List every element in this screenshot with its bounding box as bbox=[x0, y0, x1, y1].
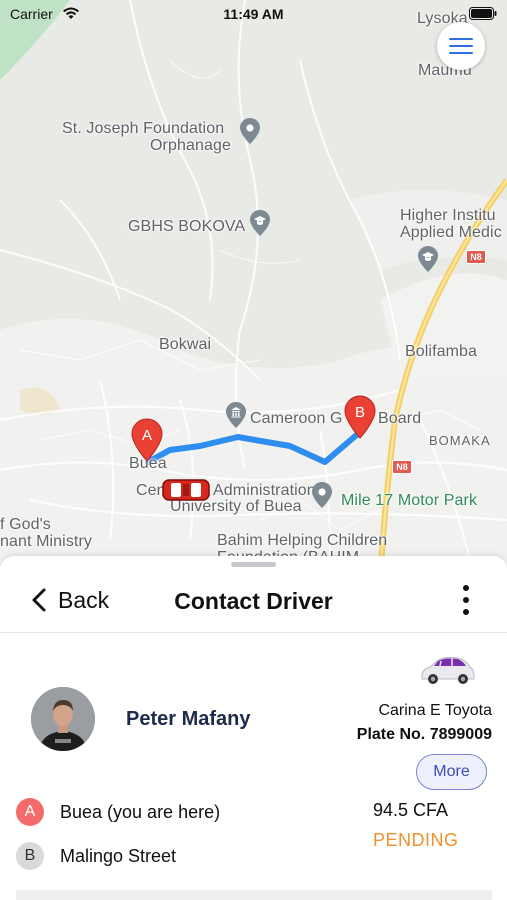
more-vertical-icon bbox=[463, 597, 469, 603]
map-label-cameroon-gas: Cameroon G bbox=[250, 410, 343, 427]
map-label-st-joseph-line2: Orphanage bbox=[150, 137, 231, 154]
driver-name: Peter Mafany bbox=[126, 708, 251, 730]
header-divider bbox=[0, 632, 507, 633]
hamburger-icon bbox=[449, 45, 473, 47]
map-view[interactable]: N8 N8 Lysoka Maumu St. Joseph Foundation… bbox=[0, 0, 507, 580]
map-label-bolifamba: Bolifamba bbox=[405, 343, 478, 360]
road-shield-n8: N8 bbox=[466, 250, 486, 264]
sheet-header: Back Contact Driver bbox=[0, 578, 507, 630]
origin-badge: A bbox=[16, 798, 44, 826]
plate-label: Plate No. bbox=[356, 726, 426, 743]
destination-badge: B bbox=[16, 842, 44, 870]
government-pin-icon[interactable] bbox=[226, 402, 246, 428]
map-label-cameroon-gas-tail: Board bbox=[378, 410, 422, 427]
stop-row-destination: B Malingo Street bbox=[16, 842, 176, 870]
poi-pin-icon[interactable] bbox=[240, 118, 260, 144]
school-pin-icon[interactable] bbox=[250, 210, 270, 236]
poi-pin-icon[interactable] bbox=[312, 482, 332, 508]
map-label-higher-institute-line2: Applied Medic bbox=[400, 224, 502, 241]
trip-status-badge: PENDING bbox=[373, 830, 459, 850]
school-pin-icon[interactable] bbox=[418, 246, 438, 272]
back-label: Back bbox=[58, 586, 110, 613]
hamburger-icon bbox=[449, 38, 473, 40]
origin-label: Buea (you are here) bbox=[60, 801, 221, 822]
fare-amount: 94.5 CFA bbox=[373, 800, 449, 820]
clock-label: 11:49 AM bbox=[223, 6, 284, 22]
destination-label: Malingo Street bbox=[60, 845, 177, 866]
stop-row-origin: A Buea (you are here) bbox=[16, 798, 220, 826]
car-location-icon bbox=[162, 479, 210, 501]
vehicle-model: Carina E Toyota bbox=[378, 702, 492, 719]
driver-avatar[interactable] bbox=[31, 687, 95, 751]
map-label-gbhs: GBHS BOKOVA bbox=[128, 218, 246, 235]
map-label-st-joseph: St. Joseph Foundation bbox=[62, 120, 225, 137]
map-label-gods: f God's bbox=[0, 516, 51, 533]
bottom-sheet: Back Contact Driver Peter Mafany Carina … bbox=[0, 556, 507, 900]
map-label-bomaka: BOMAKA bbox=[429, 433, 491, 448]
svg-text:B: B bbox=[355, 404, 365, 421]
origin-marker-icon[interactable]: A bbox=[131, 418, 163, 462]
svg-text:A: A bbox=[142, 427, 152, 444]
status-bar: Carrier 11:49 AM bbox=[0, 0, 507, 28]
vehicle-icon bbox=[421, 656, 475, 684]
map-label-gods-line2: nant Ministry bbox=[0, 533, 92, 550]
map-label-bokwai: Bokwai bbox=[159, 336, 212, 353]
plate-number: Plate No. 7899009 bbox=[357, 726, 492, 744]
menu-button[interactable] bbox=[437, 22, 485, 70]
map-label-bahim: Bahim Helping Children bbox=[217, 532, 388, 549]
hamburger-icon bbox=[449, 52, 473, 54]
plate-value: 7899009 bbox=[429, 726, 492, 743]
map-label-higher-institute: Higher Institu bbox=[400, 207, 496, 224]
sheet-grabber[interactable] bbox=[231, 562, 276, 567]
more-options-button[interactable] bbox=[455, 582, 477, 618]
avatar-photo bbox=[31, 687, 95, 751]
battery-icon bbox=[469, 7, 497, 20]
more-button[interactable]: More bbox=[416, 754, 487, 790]
more-vertical-icon bbox=[463, 585, 469, 591]
chevron-left-icon bbox=[32, 588, 46, 612]
map-label-mile17: Mile 17 Motor Park bbox=[341, 492, 478, 509]
bottom-action-bar bbox=[16, 890, 492, 900]
destination-marker-icon[interactable]: B bbox=[344, 395, 376, 439]
more-vertical-icon bbox=[463, 609, 469, 615]
road-shield-n8: N8 bbox=[392, 460, 412, 474]
back-button[interactable]: Back bbox=[30, 584, 109, 616]
